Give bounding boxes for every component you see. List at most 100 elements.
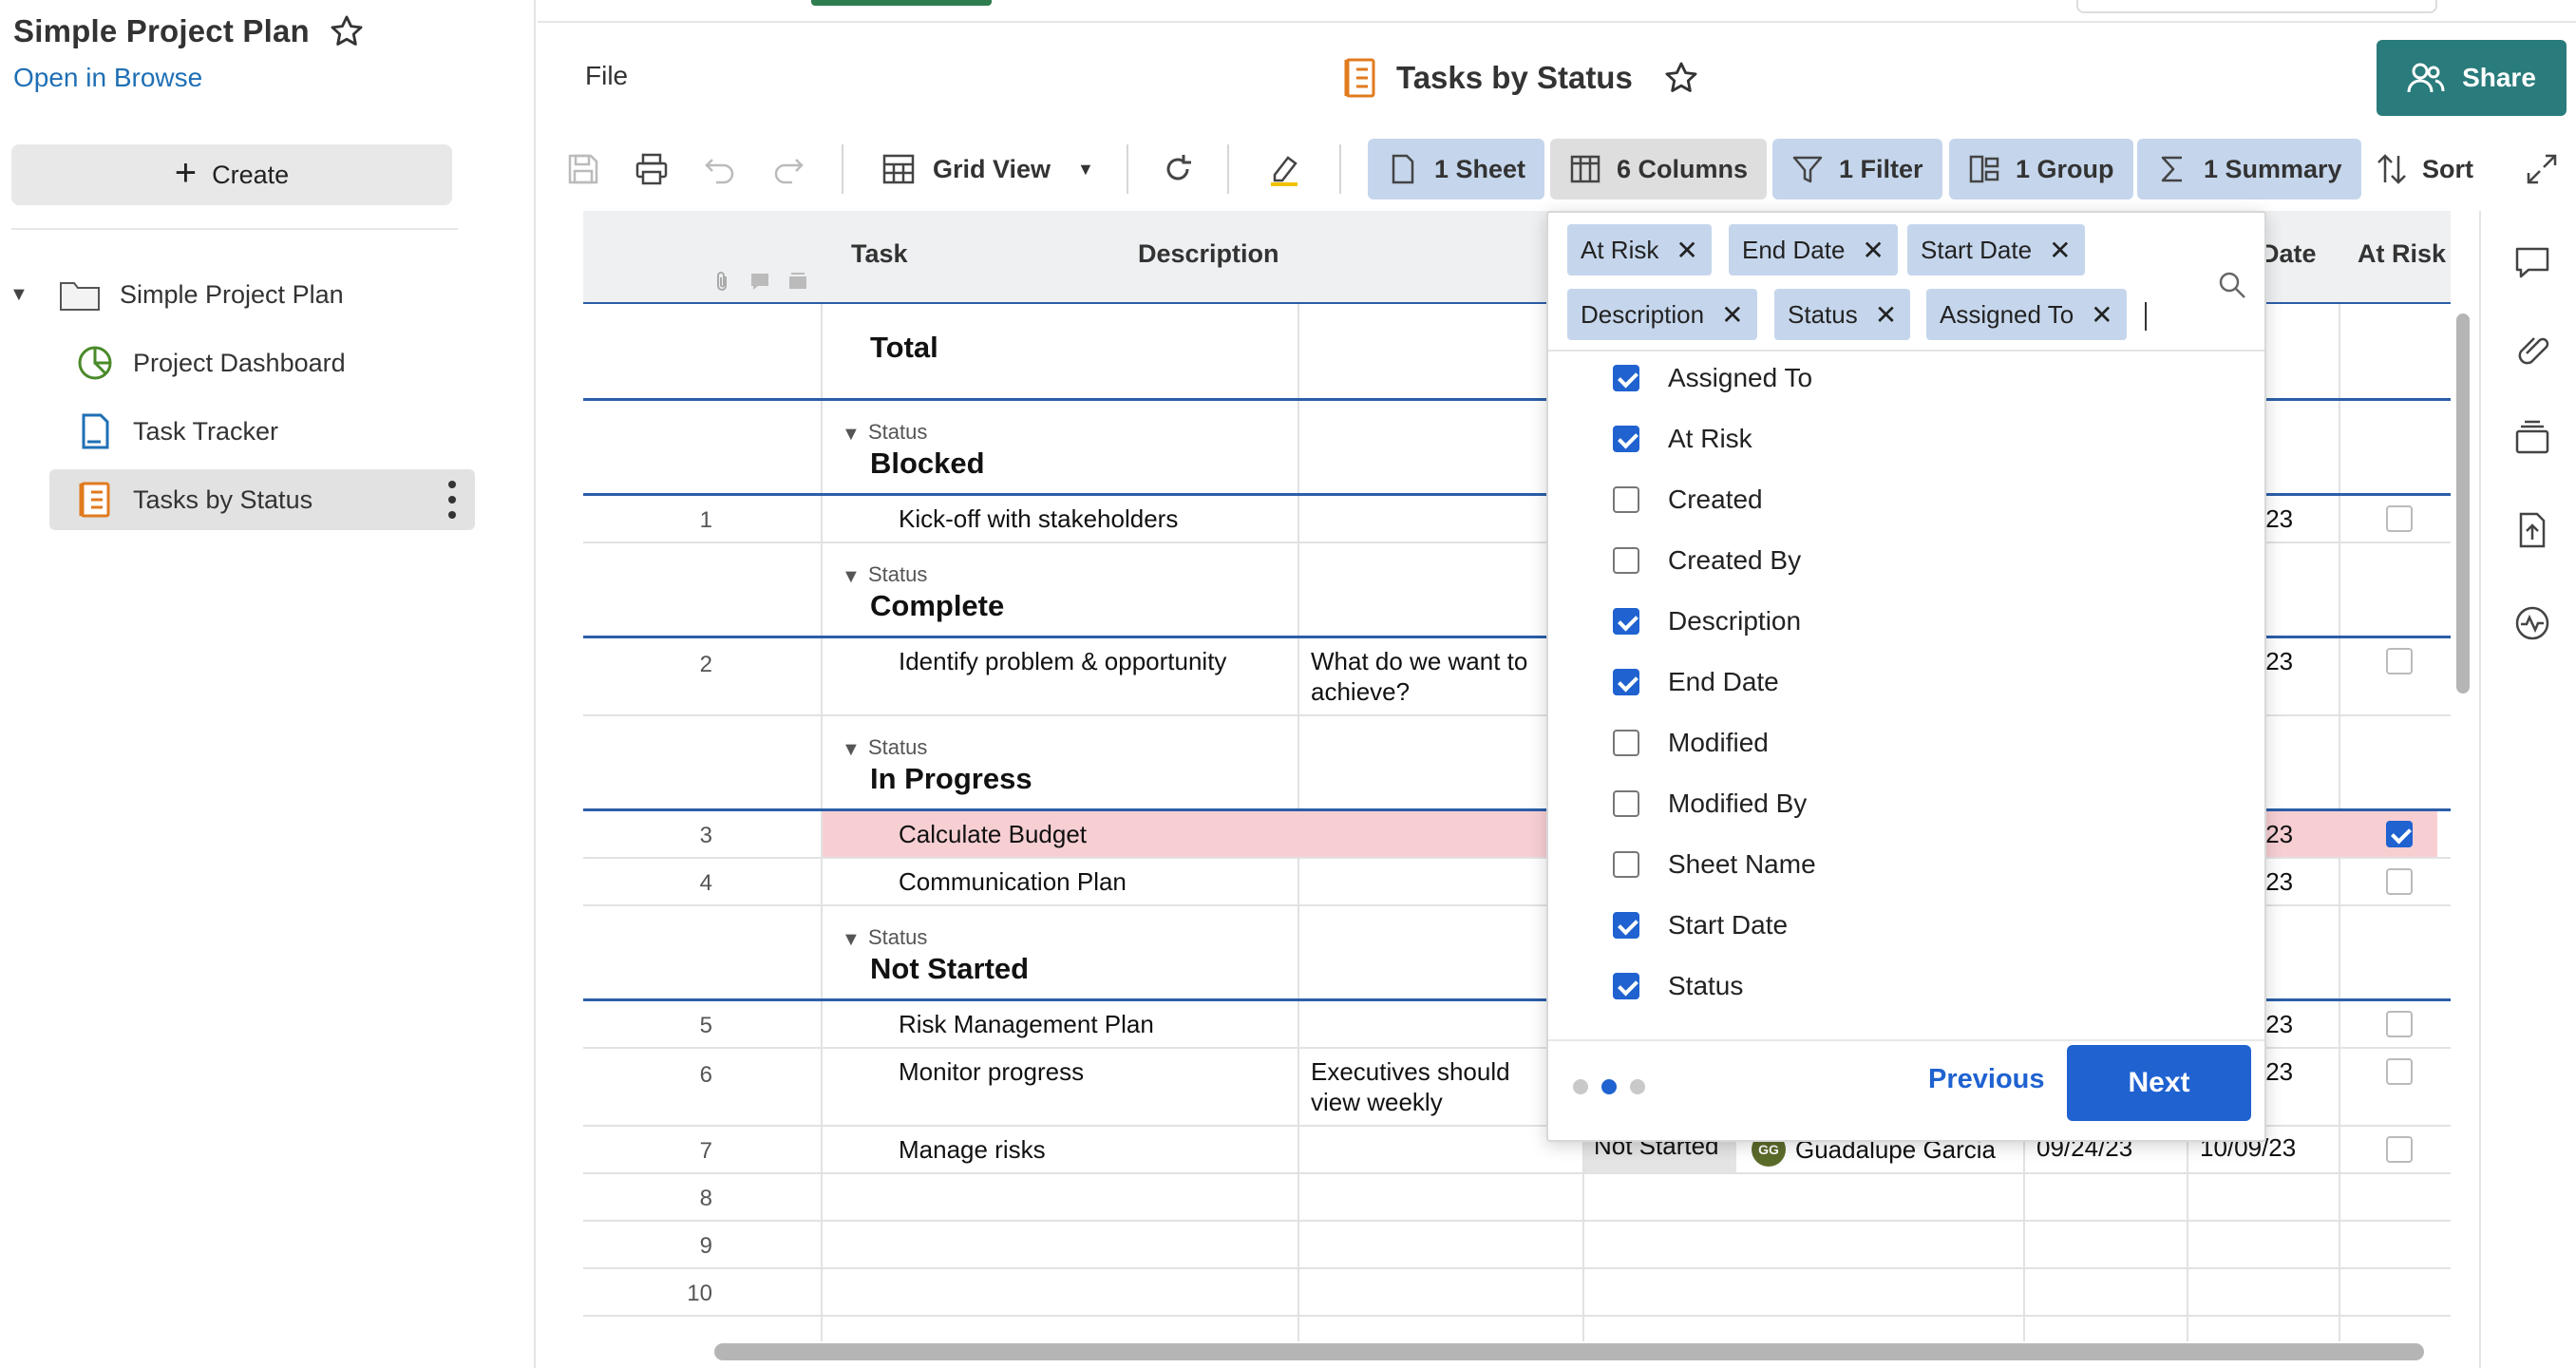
vertical-scrollbar[interactable]	[2456, 314, 2470, 694]
filter-chip[interactable]: 1 Filter	[1772, 139, 1942, 200]
column-option[interactable]: Description	[1613, 606, 1801, 636]
at-risk-checkbox[interactable]	[2386, 505, 2413, 532]
group-title: In Progress	[870, 762, 1032, 795]
column-option[interactable]: Created By	[1613, 545, 1801, 576]
column-option[interactable]: End Date	[1613, 667, 1779, 697]
column-option-checkbox[interactable]	[1613, 912, 1639, 939]
expand-caret-icon[interactable]: ▼	[9, 284, 32, 306]
next-button[interactable]: Next	[2067, 1045, 2251, 1121]
column-header-end-date[interactable]: Date	[2261, 239, 2317, 269]
previous-button[interactable]: Previous	[1928, 1064, 2045, 1095]
collapse-caret-icon[interactable]: ▼	[842, 424, 861, 446]
remove-token-icon[interactable]: ✕	[1862, 235, 1884, 266]
remove-token-icon[interactable]: ✕	[2049, 235, 2071, 266]
task-cell[interactable]: Identify problem & opportunity	[899, 646, 1226, 676]
favorite-star-icon[interactable]	[329, 13, 365, 49]
table-row-empty[interactable]: 8	[583, 1174, 2451, 1222]
at-risk-checkbox[interactable]	[2386, 1011, 2413, 1037]
share-button[interactable]: Share	[2377, 40, 2567, 116]
global-search-box[interactable]	[2076, 0, 2437, 13]
create-button[interactable]: + Create	[11, 144, 452, 205]
column-option-checkbox[interactable]	[1613, 851, 1639, 878]
at-risk-checkbox[interactable]	[2386, 868, 2413, 895]
horizontal-scrollbar[interactable]	[714, 1343, 2424, 1360]
remove-token-icon[interactable]: ✕	[2091, 299, 2112, 331]
column-option[interactable]: Assigned To	[1613, 363, 1812, 393]
at-risk-checkbox[interactable]	[2386, 1058, 2413, 1085]
column-option[interactable]: At Risk	[1613, 424, 1752, 454]
grid-view-dropdown[interactable]: Grid View ▼	[881, 144, 1094, 194]
columns-chip[interactable]: 6 Columns	[1550, 139, 1768, 200]
column-option-checkbox[interactable]	[1613, 973, 1639, 999]
column-option[interactable]: Start Date	[1613, 910, 1788, 940]
sheets-chip[interactable]: 1 Sheet	[1368, 139, 1545, 200]
tree-item-tasks-by-status[interactable]: Tasks by Status	[49, 469, 475, 530]
at-risk-checkbox[interactable]	[2386, 821, 2413, 847]
remove-token-icon[interactable]: ✕	[1676, 235, 1697, 266]
table-row-empty[interactable]: 10	[583, 1269, 2451, 1317]
column-option-checkbox[interactable]	[1613, 608, 1639, 635]
description-cell-line1[interactable]: What do we want to	[1311, 646, 1527, 676]
more-options-icon[interactable]	[446, 481, 458, 519]
description-cell-line2[interactable]: achieve?	[1311, 676, 1410, 707]
attachment-icon[interactable]	[2513, 329, 2551, 367]
undo-icon[interactable]	[701, 150, 739, 188]
column-option-checkbox[interactable]	[1613, 547, 1639, 574]
column-option[interactable]: Modified By	[1613, 788, 1807, 819]
print-icon[interactable]	[633, 150, 671, 188]
refresh-icon[interactable]	[1159, 150, 1197, 188]
table-row-empty[interactable]: 9	[583, 1222, 2451, 1269]
collapse-caret-icon[interactable]: ▼	[842, 929, 861, 951]
expand-icon[interactable]	[2525, 152, 2559, 186]
group-chip[interactable]: 1 Group	[1949, 139, 2133, 200]
table-row-empty[interactable]	[583, 1317, 2451, 1341]
column-option[interactable]: Created	[1613, 484, 1763, 515]
tree-item-workspace[interactable]: ▼ Simple Project Plan	[9, 272, 344, 317]
column-option-checkbox[interactable]	[1613, 790, 1639, 817]
publish-icon[interactable]	[2513, 511, 2551, 549]
tree-item-task-tracker[interactable]: Task Tracker	[76, 408, 278, 454]
task-cell[interactable]: Kick-off with stakeholders	[899, 504, 1178, 534]
task-cell[interactable]: Risk Management Plan	[899, 1009, 1154, 1039]
column-option-label: Assigned To	[1668, 363, 1813, 392]
activity-log-icon[interactable]	[2513, 604, 2551, 642]
at-risk-checkbox[interactable]	[2386, 648, 2413, 674]
task-cell[interactable]: Manage risks	[899, 1134, 1046, 1165]
column-option[interactable]: Status	[1613, 971, 1743, 1001]
description-cell-line1[interactable]: Executives should	[1311, 1056, 1510, 1087]
summary-chip[interactable]: 1 Summary	[2137, 139, 2361, 200]
column-option-checkbox[interactable]	[1613, 486, 1639, 513]
collapse-caret-icon[interactable]: ▼	[842, 566, 861, 588]
column-header-description[interactable]: Description	[1138, 239, 1279, 269]
description-cell-line2[interactable]: view weekly	[1311, 1087, 1443, 1117]
at-risk-checkbox[interactable]	[2386, 1136, 2413, 1163]
favorite-star-icon[interactable]	[1663, 60, 1699, 96]
column-option-checkbox[interactable]	[1613, 669, 1639, 695]
comments-icon[interactable]	[2513, 243, 2551, 281]
task-cell[interactable]: Calculate Budget	[899, 819, 1087, 849]
column-option[interactable]: Sheet Name	[1613, 849, 1816, 880]
column-header-task[interactable]: Task	[851, 239, 908, 269]
file-menu[interactable]: File	[585, 61, 628, 91]
remove-token-icon[interactable]: ✕	[1721, 299, 1743, 331]
remove-token-icon[interactable]: ✕	[1875, 299, 1897, 331]
search-icon[interactable]	[2217, 270, 2247, 300]
column-option-checkbox[interactable]	[1613, 426, 1639, 452]
redo-icon[interactable]	[769, 150, 807, 188]
column-option[interactable]: Modified	[1613, 728, 1769, 758]
proofs-icon[interactable]	[2513, 418, 2551, 456]
task-cell[interactable]: Monitor progress	[899, 1056, 1084, 1087]
step-indicator	[1573, 1079, 1645, 1094]
highlight-changes-icon[interactable]	[1265, 150, 1303, 188]
tree-item-project-dashboard[interactable]: Project Dashboard	[76, 340, 346, 386]
column-option-checkbox[interactable]	[1613, 365, 1639, 391]
save-icon[interactable]	[564, 150, 602, 188]
column-header-at-risk[interactable]: At Risk	[2358, 239, 2446, 269]
sort-button[interactable]: Sort	[2375, 144, 2473, 194]
selected-columns-input[interactable]: At Risk ✕ End Date ✕ Start Date ✕ Descri…	[1548, 213, 2264, 352]
task-cell[interactable]: Communication Plan	[899, 866, 1127, 897]
collapse-caret-icon[interactable]: ▼	[842, 739, 861, 761]
column-option-checkbox[interactable]	[1613, 730, 1639, 756]
report-icon	[79, 482, 110, 518]
open-in-browse-link[interactable]: Open in Browse	[13, 63, 202, 93]
